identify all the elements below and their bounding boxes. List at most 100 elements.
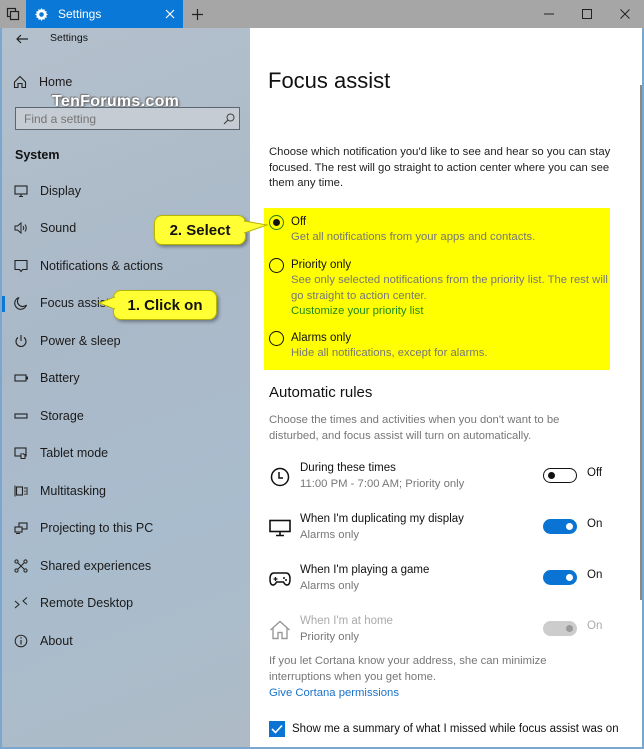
tab-title: Settings xyxy=(58,7,102,21)
sidebar-item-battery[interactable]: Battery xyxy=(2,360,250,398)
battery-icon xyxy=(13,370,29,386)
toggle-state: Off xyxy=(587,467,603,479)
sidebar-nav: Display Sound Notifications & actions Fo… xyxy=(2,172,250,660)
cortana-description: If you let Cortana know your address, sh… xyxy=(269,655,547,683)
radio-option-priority-only[interactable]: Priority only See only selected notifica… xyxy=(269,257,611,320)
toggle-switch[interactable] xyxy=(543,519,577,534)
toggle-state: On xyxy=(587,620,603,632)
notification-icon xyxy=(13,258,29,274)
speaker-icon xyxy=(13,220,29,236)
rule-subtitle: Alarms only xyxy=(300,529,360,541)
toggle-state: On xyxy=(587,518,603,530)
app-title: Settings xyxy=(50,32,88,44)
toggle-switch[interactable] xyxy=(543,468,577,483)
sidebar: Settings Home TenForums.com System Displ… xyxy=(0,28,250,749)
projecting-icon xyxy=(13,520,29,536)
radio-label: Priority only xyxy=(291,259,352,271)
minimize-icon xyxy=(544,13,554,15)
callout-text: 2. Select xyxy=(169,221,231,239)
radio-option-alarms-only[interactable]: Alarms only Hide all notifications, exce… xyxy=(269,330,611,362)
sidebar-item-label: Remote Desktop xyxy=(40,596,134,611)
radio-button[interactable] xyxy=(269,258,284,273)
rule-during-these-times[interactable]: During these times 11:00 PM - 7:00 AM; P… xyxy=(269,462,614,496)
search-box[interactable] xyxy=(15,107,240,130)
sidebar-item-label: Home xyxy=(39,75,73,89)
radio-option-off[interactable]: Off Get all notifications from your apps… xyxy=(269,214,611,246)
sidebar-item-power-sleep[interactable]: Power & sleep xyxy=(2,322,250,360)
automatic-rules-title: Automatic rules xyxy=(269,384,373,401)
radio-button[interactable] xyxy=(269,215,284,230)
sidebar-item-remote-desktop[interactable]: Remote Desktop xyxy=(2,585,250,623)
home-icon xyxy=(269,619,291,641)
back-button[interactable] xyxy=(11,28,33,50)
sidebar-item-label: Tablet mode xyxy=(40,446,109,461)
radio-description: Hide all notifications, except for alarm… xyxy=(291,347,488,359)
home-icon xyxy=(12,74,28,90)
rule-duplicating-display[interactable]: When I'm duplicating my display Alarms o… xyxy=(269,513,614,547)
tab-close-button[interactable] xyxy=(157,0,183,28)
sidebar-item-label: About xyxy=(40,633,73,648)
checkmark-icon xyxy=(271,724,283,734)
radio-description: See only selected notifications from the… xyxy=(291,274,608,302)
rule-title: When I'm duplicating my display xyxy=(300,513,464,525)
maximize-button[interactable] xyxy=(568,0,606,28)
close-icon xyxy=(165,9,175,19)
remote-desktop-icon xyxy=(13,595,29,611)
sidebar-item-display[interactable]: Display xyxy=(2,172,250,210)
rule-subtitle: 11:00 PM - 7:00 AM; Priority only xyxy=(300,478,465,490)
rule-at-home: When I'm at home Priority only On xyxy=(269,615,614,649)
radio-button[interactable] xyxy=(269,331,284,346)
callout-1-tail xyxy=(214,296,234,310)
title-bar: Settings xyxy=(0,0,644,28)
sidebar-item-notifications[interactable]: Notifications & actions xyxy=(2,247,250,285)
sidebar-item-shared-experiences[interactable]: Shared experiences xyxy=(2,547,250,585)
checkbox-label: Show me a summary of what I missed while… xyxy=(292,723,619,735)
new-tab-button[interactable] xyxy=(186,0,208,28)
minimize-button[interactable] xyxy=(530,0,568,28)
task-view-button[interactable] xyxy=(0,0,26,28)
radio-label: Off xyxy=(291,216,307,228)
plus-icon xyxy=(191,8,203,20)
sidebar-item-label: Notifications & actions xyxy=(40,258,163,273)
sidebar-item-tablet-mode[interactable]: Tablet mode xyxy=(2,435,250,473)
rule-title: During these times xyxy=(300,462,396,474)
maximize-icon xyxy=(582,9,592,19)
sidebar-item-label: Projecting to this PC xyxy=(40,521,154,536)
callout-text: 1. Click on xyxy=(127,296,203,314)
sidebar-item-about[interactable]: About xyxy=(2,622,250,660)
automatic-rules-description: Choose the times and activities when you… xyxy=(269,414,560,442)
customize-priority-list-link[interactable]: Customize your priority list xyxy=(291,304,611,320)
back-arrow-icon xyxy=(16,34,28,44)
callout-click-on: 1. Click on xyxy=(113,290,217,320)
summary-checkbox[interactable] xyxy=(269,721,285,737)
search-icon[interactable] xyxy=(219,113,239,125)
sidebar-item-label: Storage xyxy=(40,408,84,423)
rule-title: When I'm at home xyxy=(300,615,393,627)
radio-description: Get all notifications from your apps and… xyxy=(291,231,536,243)
rule-playing-game[interactable]: When I'm playing a game Alarms only On xyxy=(269,564,614,598)
summary-checkbox-row[interactable]: Show me a summary of what I missed while… xyxy=(269,721,619,737)
toggle-switch[interactable] xyxy=(543,570,577,585)
task-view-icon xyxy=(6,7,20,21)
toggle-state: On xyxy=(587,569,603,581)
sidebar-item-home[interactable]: Home xyxy=(12,72,72,92)
sidebar-item-multitasking[interactable]: Multitasking xyxy=(2,472,250,510)
give-cortana-permissions-link[interactable]: Give Cortana permissions xyxy=(269,687,399,699)
intro-text: Choose which notification you'd like to … xyxy=(269,146,611,190)
sidebar-item-storage[interactable]: Storage xyxy=(2,397,250,435)
scrollbar[interactable] xyxy=(640,85,642,600)
sidebar-item-projecting[interactable]: Projecting to this PC xyxy=(2,510,250,548)
settings-tab[interactable]: Settings xyxy=(26,0,183,28)
callout-select: 2. Select xyxy=(154,215,246,245)
rule-subtitle: Priority only xyxy=(300,631,360,643)
monitor-icon xyxy=(269,517,291,539)
search-input[interactable] xyxy=(16,108,219,129)
monitor-icon xyxy=(13,183,29,199)
sidebar-item-label: Battery xyxy=(40,371,80,386)
close-icon xyxy=(620,9,630,19)
shared-experiences-icon xyxy=(13,558,29,574)
page-title: Focus assist xyxy=(268,68,391,93)
close-window-button[interactable] xyxy=(606,0,644,28)
tablet-mode-icon xyxy=(13,445,29,461)
rule-subtitle: Alarms only xyxy=(300,580,360,592)
